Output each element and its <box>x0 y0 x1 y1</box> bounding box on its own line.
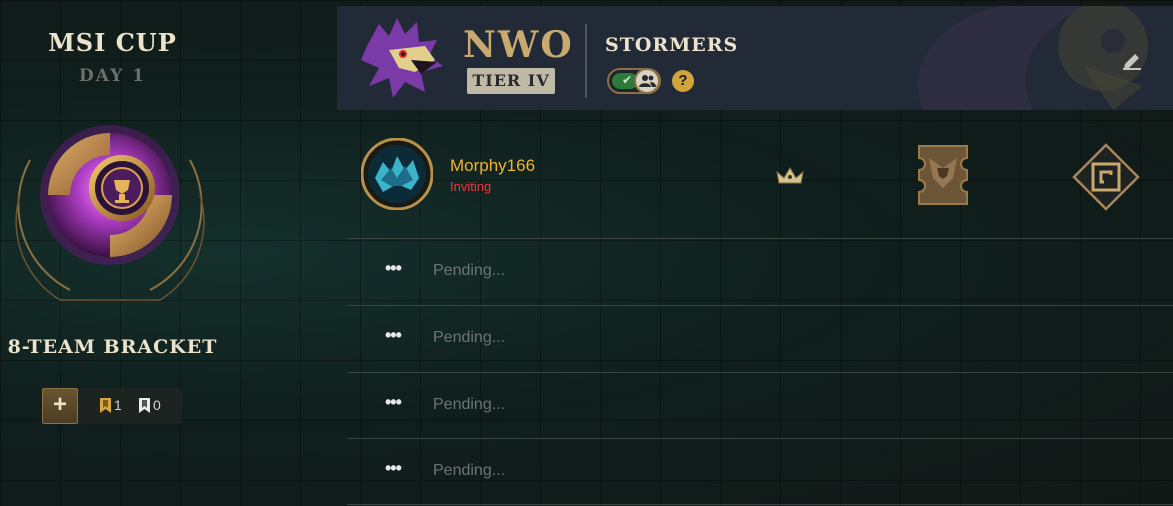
pending-slot[interactable]: ••• Pending... <box>337 305 1173 371</box>
people-icon <box>639 75 656 87</box>
trophy-orb-icon <box>15 125 205 301</box>
white-ticket-count: 0 <box>139 397 161 413</box>
gold-ticket-icon <box>100 398 111 413</box>
toggle-knob <box>634 68 660 94</box>
player-name: Morphy166 <box>450 156 536 175</box>
gold-ticket-value: 1 <box>114 397 122 413</box>
ticket-bar: + 1 0 <box>42 388 182 424</box>
tournament-day: DAY 1 <box>79 66 146 86</box>
pending-dots-icon: ••• <box>385 392 402 412</box>
check-icon: ✔ <box>622 73 633 87</box>
tournament-title: MSI CUP <box>48 28 177 57</box>
pending-dots-icon: ••• <box>385 325 402 345</box>
gold-ticket-count: 1 <box>100 397 122 413</box>
row-divider <box>347 504 1173 505</box>
white-ticket-icon <box>139 398 150 413</box>
help-icon[interactable]: ? <box>672 70 694 92</box>
pending-slot[interactable]: ••• Pending... <box>337 238 1173 304</box>
tournament-panel: MSI CUP DAY 1 8-TEAM BRACKET + 1 0 <box>0 0 225 506</box>
white-ticket-value: 0 <box>153 397 161 413</box>
pending-label: Pending... <box>433 262 506 279</box>
pending-label: Pending... <box>433 396 506 413</box>
team-ready-toggle[interactable]: ✔ <box>607 68 661 94</box>
team-header: NWO TIER IV STORMERS ✔ ? <box>337 6 1173 110</box>
crown-icon <box>776 167 804 184</box>
team-name: STORMERS <box>605 34 739 56</box>
ticket-icon[interactable] <box>915 144 971 206</box>
add-ticket-button[interactable]: + <box>42 388 78 424</box>
team-logo-icon <box>361 18 443 98</box>
team-tag: NWO <box>463 24 574 66</box>
bracket-label: 8-TEAM BRACKET <box>7 336 218 358</box>
edit-icon[interactable] <box>1121 50 1143 70</box>
header-divider <box>585 24 587 98</box>
pending-label: Pending... <box>433 329 506 346</box>
rank-icon[interactable] <box>1071 142 1141 212</box>
pending-label: Pending... <box>433 462 506 479</box>
player-avatar[interactable] <box>361 138 433 210</box>
team-roster: Morphy166 Inviting ••• Pending... ••• Pe… <box>337 110 1173 506</box>
team-tier-badge: TIER IV <box>467 68 555 94</box>
pending-dots-icon: ••• <box>385 258 402 278</box>
pending-slot[interactable]: ••• Pending... <box>337 372 1173 438</box>
pending-slot[interactable]: ••• Pending... <box>337 438 1173 504</box>
roster-member-row[interactable]: Morphy166 Inviting <box>337 110 1173 238</box>
player-status: Inviting <box>450 179 492 194</box>
pending-dots-icon: ••• <box>385 458 402 478</box>
